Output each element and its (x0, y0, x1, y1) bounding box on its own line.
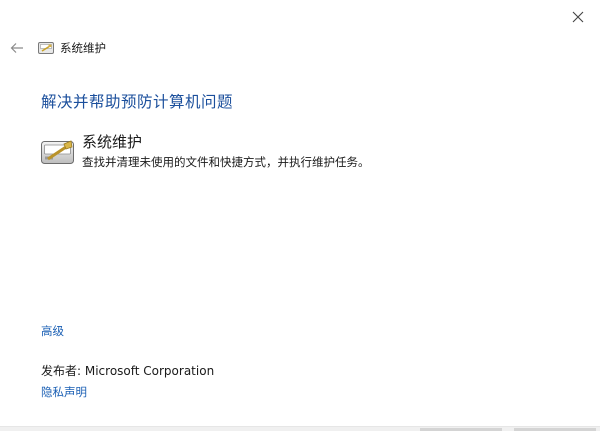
close-icon (572, 11, 584, 23)
task-description: 查找并清理未使用的文件和快捷方式，并执行维护任务。 (82, 155, 370, 169)
button-bar-edge (0, 426, 600, 431)
back-button[interactable] (8, 39, 26, 57)
page-heading: 解决并帮助预防计算机问题 (41, 93, 234, 111)
nav-title: 系统维护 (60, 41, 106, 55)
navigation-bar: 系统维护 (8, 38, 106, 58)
back-arrow-icon (10, 43, 23, 53)
task-title: 系统维护 (82, 133, 143, 151)
privacy-statement-link[interactable]: 隐私声明 (41, 384, 87, 400)
task-text: 系统维护 查找并清理未使用的文件和快捷方式，并执行维护任务。 (82, 133, 370, 170)
system-maintenance-small-icon (38, 42, 54, 54)
publisher-text: 发布者: Microsoft Corporation (41, 364, 215, 378)
task-system-maintenance[interactable]: 系统维护 查找并清理未使用的文件和快捷方式，并执行维护任务。 (40, 133, 370, 170)
advanced-link[interactable]: 高级 (41, 323, 64, 339)
troubleshooter-window: 系统维护 解决并帮助预防计算机问题 系统维护 查找并清理未使用的文件和快捷方式，… (0, 0, 600, 431)
close-button[interactable] (564, 4, 592, 30)
system-maintenance-icon (41, 140, 74, 164)
